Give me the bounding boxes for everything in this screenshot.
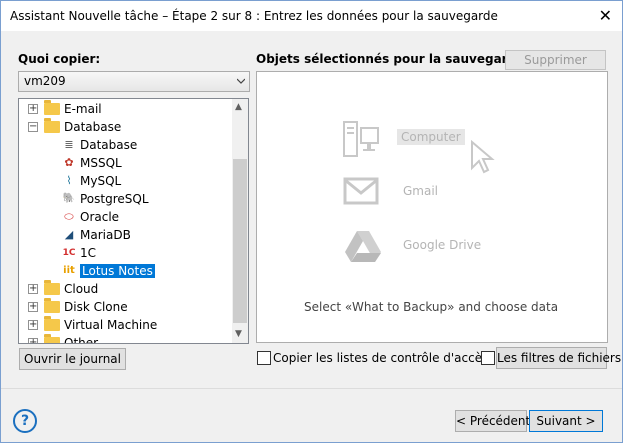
- tree-item-mysql[interactable]: ⌇ MySQL: [19, 172, 231, 190]
- folder-icon: [44, 280, 60, 295]
- computer-icon: [343, 121, 379, 157]
- tree-item-oracle[interactable]: ⬭ Oracle: [19, 208, 231, 226]
- tree-item-label: MSSQL: [80, 156, 122, 170]
- help-icon[interactable]: ?: [13, 409, 37, 433]
- source-tree[interactable]: + E-mail − Database ≣ Database ✿ MSSQL ⌇…: [18, 98, 249, 344]
- tree-item-postgresql[interactable]: 🐘 PostgreSQL: [19, 190, 231, 208]
- tree-item-other[interactable]: + Other: [19, 334, 231, 344]
- tree-item-label: Cloud: [64, 282, 99, 296]
- tree-item-label: Other: [64, 336, 99, 344]
- expand-icon[interactable]: +: [28, 284, 38, 294]
- database-icon: ≣: [64, 138, 74, 151]
- expand-icon[interactable]: +: [28, 104, 38, 114]
- gmail-icon: [343, 177, 379, 205]
- tree-item-label: Virtual Machine: [64, 318, 158, 332]
- lotus-notes-icon: iit: [63, 265, 75, 276]
- tree-item-label: MySQL: [80, 174, 122, 188]
- folder-icon: [44, 100, 60, 115]
- mssql-icon: ✿: [64, 156, 74, 169]
- scrollbar-thumb[interactable]: [233, 159, 247, 323]
- gmail-item[interactable]: Gmail: [403, 184, 438, 198]
- selected-objects-panel[interactable]: Computer Gmail Google Drive Select «What…: [256, 71, 608, 343]
- tree-item-mssql[interactable]: ✿ MSSQL: [19, 154, 231, 172]
- tree-item-disk-clone[interactable]: + Disk Clone: [19, 298, 231, 316]
- tree-item-label: MariaDB: [80, 228, 131, 242]
- chevron-down-icon: [237, 78, 245, 84]
- expand-icon[interactable]: +: [28, 338, 38, 343]
- tree-scrollbar[interactable]: ▲ ▼: [232, 99, 248, 343]
- expand-icon[interactable]: +: [28, 302, 38, 312]
- tree-item-lotus-notes[interactable]: iit Lotus Notes: [19, 262, 231, 280]
- collapse-icon[interactable]: −: [28, 122, 38, 132]
- next-button[interactable]: Suivant >: [529, 410, 603, 432]
- footer-separator: [1, 388, 622, 389]
- file-filters-button[interactable]: Les filtres de fichiers: [496, 347, 621, 369]
- acl-checkbox-label: Copier les listes de contrôle d'accès: [273, 351, 489, 365]
- postgresql-icon: 🐘: [62, 193, 76, 204]
- wizard-window: Assistant Nouvelle tâche – Étape 2 sur 8…: [0, 0, 623, 443]
- tree-item-label: 1C: [80, 246, 97, 260]
- google-drive-icon: [345, 231, 381, 262]
- acl-checkbox[interactable]: [257, 351, 271, 365]
- computer-item[interactable]: Computer: [397, 129, 465, 145]
- folder-icon: [44, 118, 60, 133]
- 1c-icon: 1C: [62, 248, 76, 258]
- scroll-up-icon[interactable]: ▲: [235, 102, 242, 112]
- close-icon[interactable]: ✕: [599, 6, 612, 25]
- tree-item-database-group[interactable]: − Database: [19, 118, 231, 136]
- what-to-copy-label: Quoi copier:: [18, 52, 101, 66]
- expand-icon[interactable]: +: [28, 320, 38, 330]
- machine-select-value: vm209: [24, 74, 66, 88]
- scroll-down-icon[interactable]: ▼: [235, 329, 242, 339]
- selected-objects-label: Objets sélectionnés pour la sauvegarde: [256, 52, 525, 66]
- tree-item-label: E-mail: [64, 102, 102, 116]
- window-title: Assistant Nouvelle tâche – Étape 2 sur 8…: [10, 9, 498, 23]
- mysql-icon: ⌇: [66, 174, 72, 187]
- folder-icon: [44, 316, 60, 331]
- tree-item-label: Disk Clone: [64, 300, 128, 314]
- tree-item-label: Database: [80, 138, 138, 152]
- tree-item-cloud[interactable]: + Cloud: [19, 280, 231, 298]
- machine-select[interactable]: vm209: [18, 71, 250, 92]
- folder-icon: [44, 298, 60, 313]
- previous-button[interactable]: < Précédent: [455, 410, 530, 432]
- tree-item-1c[interactable]: 1C 1C: [19, 244, 231, 262]
- panel-hint: Select «What to Backup» and choose data: [304, 300, 559, 314]
- open-journal-button[interactable]: Ouvrir le journal: [19, 348, 126, 370]
- folder-icon: [44, 334, 60, 343]
- tree-item-virtual-machine[interactable]: + Virtual Machine: [19, 316, 231, 334]
- tree-item-label: Oracle: [80, 210, 120, 224]
- delete-button[interactable]: Supprimer: [505, 50, 606, 70]
- google-drive-item[interactable]: Google Drive: [403, 238, 481, 252]
- tree-item-label: Lotus Notes: [80, 264, 155, 278]
- oracle-icon: ⬭: [64, 210, 74, 223]
- tree-item-email[interactable]: + E-mail: [19, 100, 231, 118]
- mariadb-icon: ◢: [64, 228, 74, 241]
- cursor-icon: [471, 140, 495, 174]
- tree-item-label: Database: [64, 120, 122, 134]
- tree-item-database[interactable]: ≣ Database: [19, 136, 231, 154]
- tree-item-label: PostgreSQL: [80, 192, 149, 206]
- file-filters-checkbox[interactable]: [481, 351, 495, 365]
- tree-item-mariadb[interactable]: ◢ MariaDB: [19, 226, 231, 244]
- title-bar: Assistant Nouvelle tâche – Étape 2 sur 8…: [1, 1, 622, 31]
